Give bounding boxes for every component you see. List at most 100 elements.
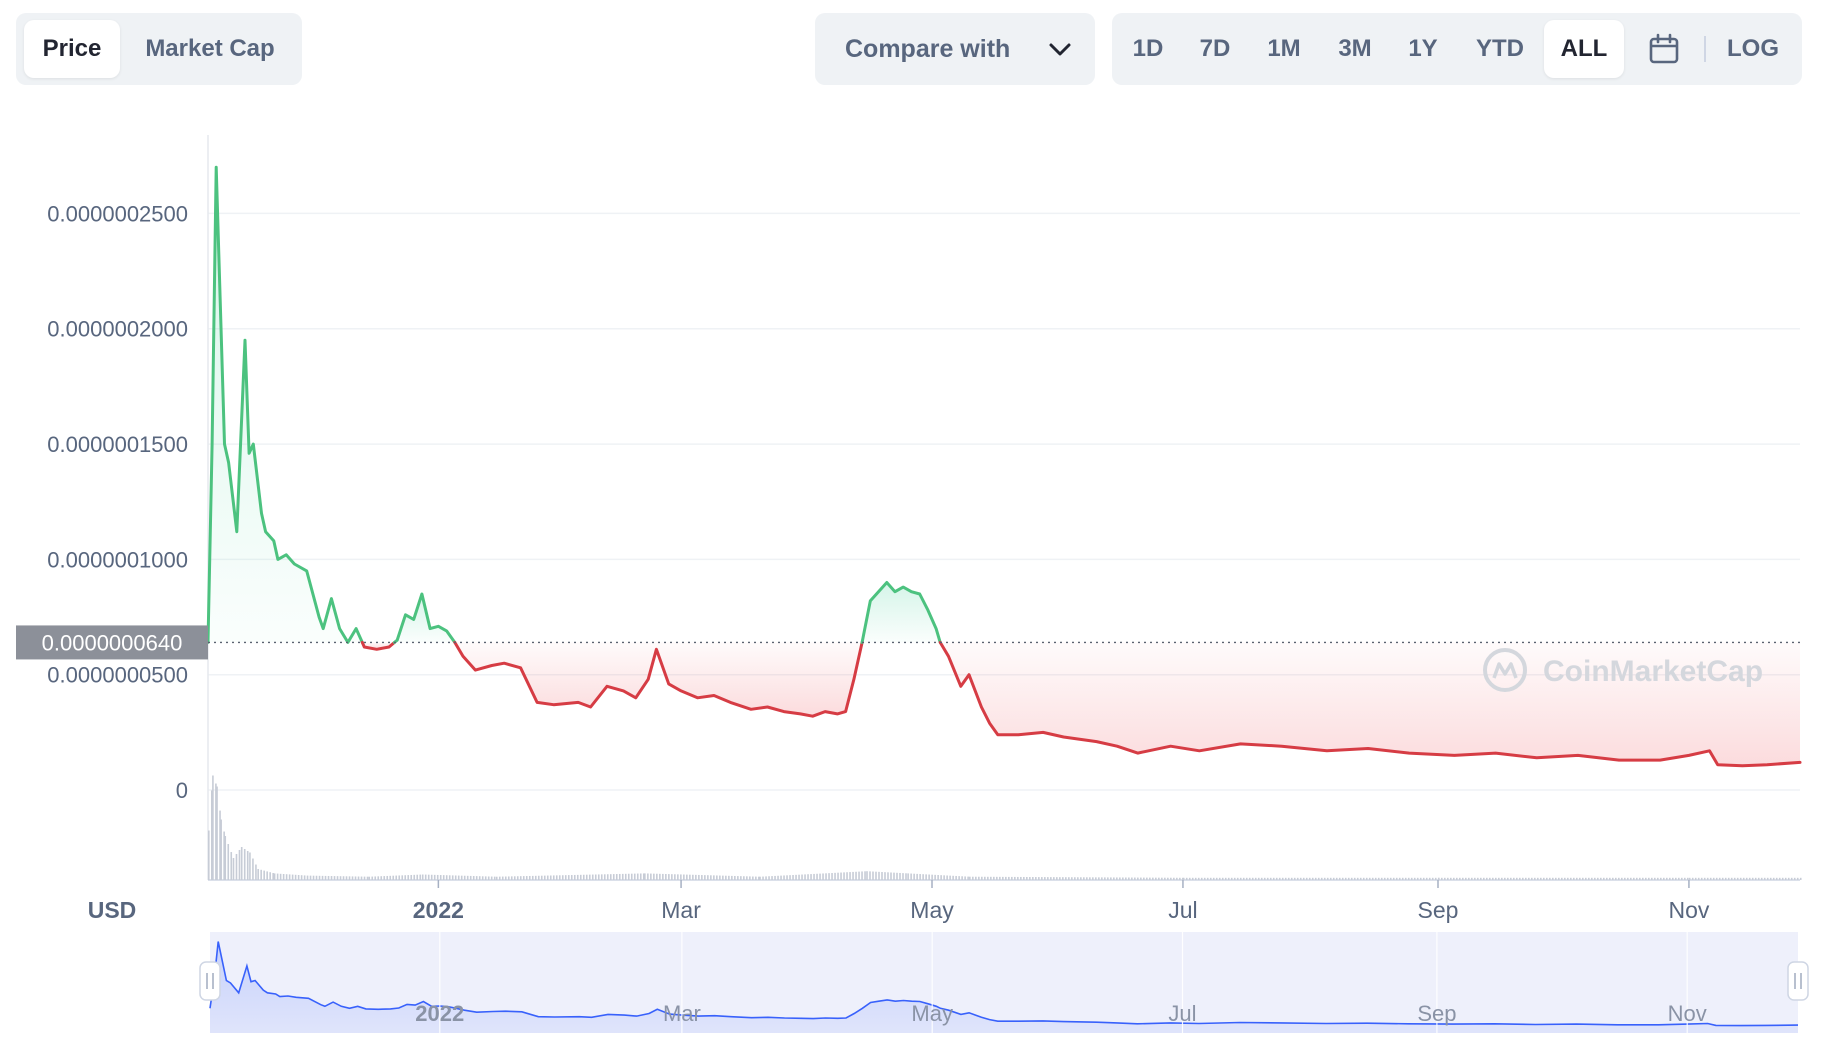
volume-bar (1287, 877, 1290, 880)
volume-bar (330, 876, 333, 880)
volume-bar (1697, 877, 1700, 880)
volume-bar (1763, 877, 1766, 880)
volume-bar (916, 873, 918, 880)
volume-bar (1227, 877, 1230, 880)
volume-bar (1677, 877, 1680, 880)
volume-bar (866, 871, 868, 880)
volume-bar (257, 869, 259, 880)
volume-bar (1095, 877, 1097, 880)
volume-bar (475, 876, 478, 880)
volume-bar (249, 852, 251, 880)
volume-bar (884, 872, 886, 880)
volume-bar (395, 875, 398, 880)
volume-bar (1083, 877, 1085, 880)
volume-bar (392, 875, 395, 880)
volume-bar (1197, 877, 1200, 880)
volume-bar (1548, 877, 1551, 880)
volume-bar (345, 876, 348, 880)
navigator-right-handle[interactable] (1787, 961, 1809, 1001)
volume-bar (704, 875, 706, 880)
volume-bar (312, 875, 315, 880)
x-tick-label: Mar (661, 897, 701, 923)
volume-bar (1185, 877, 1188, 880)
volume-bar (633, 873, 636, 880)
navigator-left-handle[interactable] (199, 961, 221, 1001)
volume-bar (1440, 877, 1443, 880)
volume-bar (1281, 877, 1284, 880)
volume-bar (1656, 877, 1659, 880)
volume-bar (1284, 877, 1287, 880)
volume-bar (501, 876, 504, 880)
navigator-tick-label: Nov (1668, 1001, 1707, 1026)
volume-bar (1347, 877, 1350, 880)
volume-bar (579, 874, 582, 880)
price-chart[interactable]: 0 0.0000000500 0.0000001000 0.0000001500 0.0… (0, 0, 1844, 1058)
y-tick-label: 0.0000001000 (47, 547, 188, 572)
volume-bar (893, 872, 895, 880)
volume-bar (1443, 877, 1446, 880)
volume-bar (1784, 877, 1787, 880)
volume-bar (1140, 877, 1142, 880)
volume-bar (899, 872, 901, 880)
volume-bar (224, 836, 227, 880)
volume-bar (816, 873, 818, 880)
volume-bar (840, 872, 842, 880)
volume-bar (1617, 877, 1620, 880)
volume-bar (1050, 877, 1052, 880)
volume-bar (273, 873, 276, 880)
volume-bar (716, 875, 718, 880)
volume-bar (1041, 877, 1043, 880)
volume-bar (1383, 877, 1386, 880)
volume-bar (1113, 877, 1115, 880)
volume-bar (1161, 877, 1163, 880)
volume-bar (1700, 877, 1703, 880)
volume-bar (1077, 877, 1079, 880)
volume-bar (389, 875, 392, 880)
volume-bar (220, 819, 222, 880)
volume-bar (348, 876, 351, 880)
volume-bar (454, 875, 457, 880)
volume-bar (1434, 877, 1437, 880)
volume-bar (510, 876, 513, 880)
volume-bar (987, 876, 989, 880)
volume-bar (683, 874, 685, 880)
volume-bar (552, 875, 555, 880)
volume-bar (597, 874, 600, 880)
volume-bar (925, 874, 927, 880)
volume-bar (336, 876, 339, 880)
volume-bar (639, 873, 642, 880)
volume-bar (1398, 877, 1401, 880)
volume-bar (1614, 877, 1617, 880)
volume-bar (1653, 877, 1656, 880)
volume-bar (519, 876, 522, 880)
volume-bar (1272, 877, 1275, 880)
volume-bar (771, 876, 773, 880)
volume-bar (1344, 877, 1347, 880)
volume-bar (1392, 877, 1395, 880)
volume-bar (943, 875, 945, 880)
volume-bar (430, 874, 433, 880)
range-navigator[interactable]: 2022 Mar May Jul Sep Nov (199, 932, 1809, 1033)
volume-bar (1029, 877, 1031, 880)
volume-bar (1542, 877, 1545, 880)
volume-bar (777, 875, 779, 880)
volume-bar (846, 872, 848, 880)
volume-bar (1290, 877, 1293, 880)
volume-bar (1712, 877, 1715, 880)
grid-lines (207, 135, 1800, 881)
volume-bar (498, 876, 501, 880)
volume-bar (269, 872, 271, 880)
volume-bar (339, 876, 342, 880)
volume-bar (383, 876, 386, 880)
x-tick-label: Nov (1668, 897, 1709, 923)
volume-bar (594, 874, 597, 880)
volume-bar (789, 875, 791, 880)
volume-bar (636, 873, 639, 880)
volume-bar (1098, 877, 1100, 880)
volume-bar (1754, 877, 1757, 880)
volume-bar (849, 872, 851, 880)
volume-bar (1305, 877, 1308, 880)
volume-bar (1554, 877, 1557, 880)
volume-bar (1212, 877, 1215, 880)
volume-bar (1179, 877, 1181, 880)
